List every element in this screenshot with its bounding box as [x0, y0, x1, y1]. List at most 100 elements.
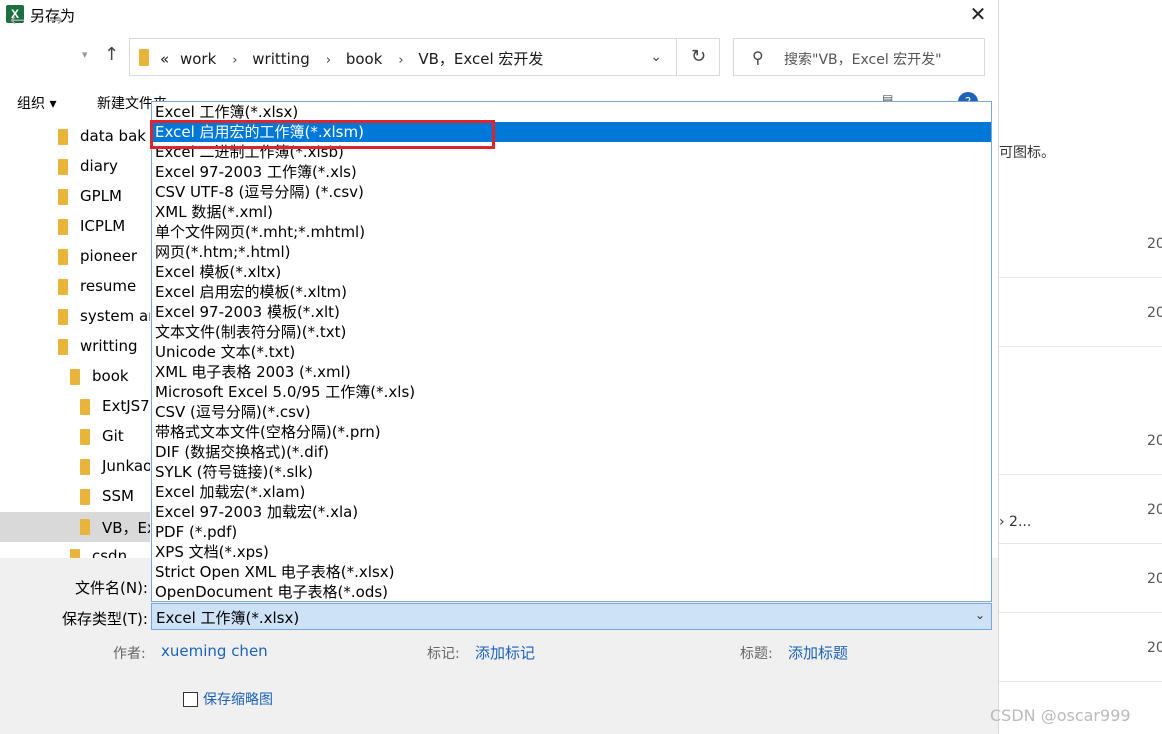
filetype-option[interactable]: Excel 97-2003 模板(*.xlt) — [152, 302, 991, 322]
tree-item[interactable]: book — [0, 362, 150, 392]
forward-arrow-icon[interactable]: → — [48, 10, 63, 31]
folder-icon — [58, 219, 68, 235]
tree-item[interactable]: Git — [0, 422, 150, 452]
filetype-option[interactable]: Unicode 文本(*.txt) — [152, 342, 991, 362]
folder-icon — [80, 489, 90, 505]
tags-label: 标记: — [427, 646, 460, 662]
filetype-option[interactable]: OpenDocument 电子表格(*.ods) — [152, 582, 991, 602]
tree-item[interactable]: Junkao — [0, 452, 150, 482]
filetype-option[interactable]: PDF (*.pdf) — [152, 522, 991, 542]
savetype-label: 保存类型(T): — [62, 610, 148, 628]
organize-button[interactable]: 组织 ▾ — [17, 93, 56, 113]
filetype-option[interactable]: Excel 97-2003 加载宏(*.xla) — [152, 502, 991, 522]
filetype-option[interactable]: Excel 加载宏(*.xlam) — [152, 482, 991, 502]
tree-item[interactable]: ExtJS7 — [0, 392, 150, 422]
tree-item-label: system an — [80, 307, 150, 325]
search-input[interactable]: 搜索"VB，Excel 宏开发" — [784, 49, 942, 69]
chevron-down-icon[interactable]: ⌄ — [650, 49, 662, 65]
filetype-option[interactable]: 文本文件(制表符分隔)(*.txt) — [152, 322, 991, 342]
folder-icon — [58, 309, 68, 325]
back-arrow-icon[interactable]: ← — [10, 10, 25, 31]
title-field[interactable]: 添加标题 — [788, 642, 848, 663]
divider — [999, 681, 1162, 682]
watermark: CSDN @oscar999 — [990, 706, 1131, 725]
refresh-icon[interactable]: ↻ — [678, 38, 720, 76]
tree-item-label: ICPLM — [80, 217, 126, 235]
breadcrumb-overflow[interactable]: « — [160, 50, 169, 68]
background-window: 可图标。 20 20 20 20 › 2... 20 20 — [998, 0, 1162, 734]
savetype-value: Excel 工作簿(*.xlsx) — [156, 609, 300, 627]
folder-tree: data bak diary GPLM ICPLM pioneer resume syste… — [0, 122, 150, 558]
folder-icon — [58, 159, 68, 175]
background-text: › 2... — [999, 514, 1032, 530]
background-text: 可图标。 — [999, 145, 1055, 161]
thumbnail-label[interactable]: 保存缩略图 — [203, 689, 273, 709]
address-bar[interactable]: « work › writting › book › VB，Excel 宏开发 ⌄ — [129, 38, 677, 76]
filetype-option[interactable]: DIF (数据交换格式)(*.dif) — [152, 442, 991, 462]
folder-icon — [58, 279, 68, 295]
chevron-right-icon: › — [232, 53, 238, 68]
breadcrumb-item[interactable]: book — [346, 50, 383, 68]
filetype-option[interactable]: XML 电子表格 2003 (*.xml) — [152, 362, 991, 382]
folder-icon — [80, 399, 90, 415]
divider — [999, 474, 1162, 475]
tree-item[interactable]: csdn — [0, 542, 150, 558]
tree-item[interactable]: data bak — [0, 122, 150, 152]
close-icon[interactable]: ✕ — [962, 0, 994, 30]
filetype-option[interactable]: CSV (逗号分隔)(*.csv) — [152, 402, 991, 422]
tree-item[interactable]: system an — [0, 302, 150, 332]
filetype-option[interactable]: 带格式文本文件(空格分隔)(*.prn) — [152, 422, 991, 442]
tree-item[interactable]: writting — [0, 332, 150, 362]
chevron-right-icon: › — [325, 53, 332, 68]
up-arrow-icon[interactable]: ↑ — [104, 44, 119, 65]
tree-item-label: csdn — [92, 547, 128, 558]
background-year: 20 — [1147, 433, 1162, 449]
tree-item[interactable]: SSM — [0, 482, 150, 512]
search-box[interactable]: ⚲ 搜索"VB，Excel 宏开发" — [733, 38, 985, 76]
tree-item-label: writting — [80, 337, 138, 355]
tree-item[interactable]: ICPLM — [0, 212, 150, 242]
thumbnail-checkbox[interactable] — [183, 692, 198, 707]
tree-item[interactable]: diary — [0, 152, 150, 182]
background-year: 20 — [1147, 236, 1162, 252]
tree-item-label: VB，Exc — [102, 519, 150, 537]
tree-item[interactable]: resume — [0, 272, 150, 302]
filetype-option[interactable]: XPS 文档(*.xps) — [152, 542, 991, 562]
author-field[interactable]: xueming chen — [161, 642, 268, 660]
filetype-option[interactable]: 网页(*.htm;*.html) — [152, 242, 991, 262]
background-year: 20 — [1147, 571, 1162, 587]
chevron-down-icon: ⌄ — [974, 608, 985, 622]
savetype-select[interactable]: Excel 工作簿(*.xlsx) ⌄ — [151, 603, 992, 630]
breadcrumb-item[interactable]: writting — [252, 50, 310, 68]
folder-icon — [58, 129, 68, 145]
tree-item[interactable]: VB，Exc — [0, 512, 150, 542]
filetype-option[interactable]: Excel 模板(*.xltx) — [152, 262, 991, 282]
title-label: 标题: — [740, 646, 773, 662]
filetype-option[interactable]: Excel 启用宏的模板(*.xltm) — [152, 282, 991, 302]
folder-icon — [80, 519, 90, 535]
tree-item-label: ExtJS7 — [102, 397, 150, 415]
tree-item-label: book — [92, 367, 129, 385]
recent-chevron-icon[interactable]: ▾ — [82, 48, 88, 61]
filetype-option[interactable]: Microsoft Excel 5.0/95 工作簿(*.xls) — [152, 382, 991, 402]
breadcrumb-item[interactable]: VB，Excel 宏开发 — [418, 50, 543, 68]
tree-item-label: GPLM — [80, 187, 122, 205]
tree-item-label: resume — [80, 277, 137, 295]
breadcrumb-item[interactable]: work — [180, 50, 216, 68]
divider — [999, 612, 1162, 613]
filetype-option[interactable]: Excel 97-2003 工作簿(*.xls) — [152, 162, 991, 182]
filetype-option[interactable]: Strict Open XML 电子表格(*.xlsx) — [152, 562, 991, 582]
tree-item[interactable]: GPLM — [0, 182, 150, 212]
filetype-option[interactable]: Excel 工作簿(*.xlsx) — [152, 102, 991, 122]
filetype-option[interactable]: 单个文件网页(*.mht;*.mhtml) — [152, 222, 991, 242]
folder-icon — [80, 459, 90, 475]
filetype-option[interactable]: CSV UTF-8 (逗号分隔) (*.csv) — [152, 182, 991, 202]
filetype-option[interactable]: SYLK (符号链接)(*.slk) — [152, 462, 991, 482]
filetype-option[interactable]: XML 数据(*.xml) — [152, 202, 991, 222]
divider — [999, 543, 1162, 544]
tree-item-label: Junkao — [102, 457, 150, 475]
divider — [999, 346, 1162, 347]
tree-item-label: Git — [102, 427, 124, 445]
tags-field[interactable]: 添加标记 — [475, 642, 535, 663]
tree-item[interactable]: pioneer — [0, 242, 150, 272]
